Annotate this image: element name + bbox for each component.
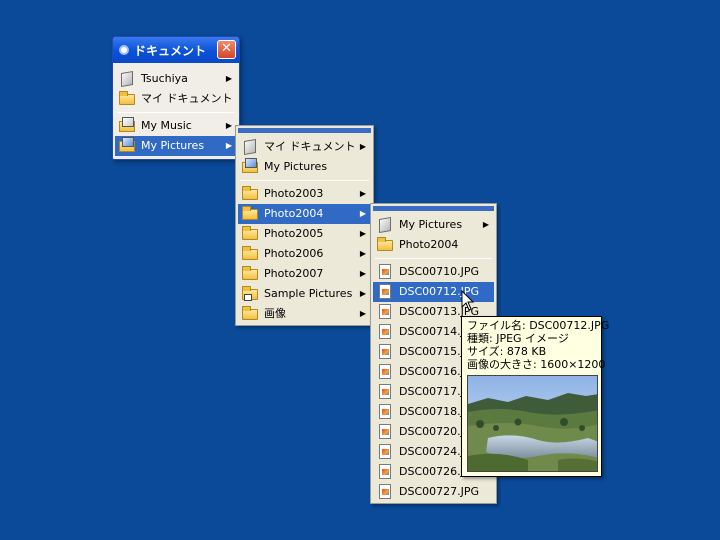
image-thumbnail [467, 375, 598, 472]
menu2-item-photo2004[interactable]: Photo2004 [373, 235, 494, 255]
pictures-folder-icon [242, 158, 258, 173]
submenu-arrow-icon: ▶ [359, 189, 366, 198]
jpg-file-icon [379, 324, 391, 339]
folder-icon [119, 91, 135, 105]
window-titlebar[interactable]: ドキュメント ✕ [113, 37, 239, 63]
window-title: ドキュメント [134, 44, 207, 58]
window-item-label: マイ ドキュメント [141, 92, 233, 105]
menu-item-label: Photo2007 [264, 267, 324, 280]
submenu-arrow-icon: ▶ [482, 220, 489, 229]
file-item-selected[interactable]: DSC00712.JPG [373, 282, 494, 302]
menu-item-label: マイ ドキュメント [264, 140, 356, 153]
menu1-item-photo2005[interactable]: Photo2005 ▶ [238, 224, 371, 244]
tooltip-size: サイズ: 878 KB [467, 345, 547, 358]
submenu-arrow-icon: ▶ [225, 141, 232, 150]
submenu-arrow-icon: ▶ [359, 142, 366, 151]
menu-item-label: My Pictures [264, 160, 328, 173]
menu1-item-sample-pictures[interactable]: Sample Pictures ▶ [238, 284, 371, 304]
document-icon [244, 138, 256, 156]
folder-icon [242, 186, 258, 200]
pictures-folder-icon [119, 137, 135, 152]
file-info-tooltip: ファイル名: DSC00712.JPG 種類: JPEG イメージ サイズ: 8… [461, 316, 609, 477]
jpg-file-icon [379, 344, 391, 359]
submenu-arrow-icon: ▶ [359, 249, 366, 258]
submenu-arrow-icon: ▶ [359, 269, 366, 278]
close-button[interactable]: ✕ [217, 40, 236, 59]
folder-icon [377, 237, 393, 251]
menu-item-label: Photo2004 [264, 207, 324, 220]
submenu-arrow-icon: ▶ [225, 121, 232, 130]
jpg-file-icon [379, 264, 391, 279]
folder-icon [242, 266, 258, 280]
folder-icon [242, 206, 258, 220]
document-icon [379, 216, 391, 234]
menu-item-label: Photo2004 [399, 238, 459, 251]
menu-item-label: My Pictures [399, 218, 463, 231]
menu-item-label: Photo2003 [264, 187, 324, 200]
menu-header-band [373, 206, 494, 211]
menu-header-band [238, 128, 371, 133]
menu1-item-my-pictures[interactable]: My Pictures [238, 157, 371, 177]
separator [375, 258, 492, 259]
menu-item-label: Photo2005 [264, 227, 324, 240]
jpg-file-icon [379, 364, 391, 379]
jpg-file-icon [379, 464, 391, 479]
documents-window: ドキュメント ✕ Tsuchiya ▶ マイ ドキュメント My Music ▶… [112, 36, 240, 160]
separator [240, 180, 369, 181]
menu1-item-photo2004[interactable]: Photo2004 ▶ [238, 204, 371, 224]
window-item-my-pictures[interactable]: My Pictures ▶ [115, 136, 237, 156]
desktop: { "colors": { "desktop": "#0a4a98", "sel… [0, 0, 720, 540]
menu1-item-my-documents[interactable]: マイ ドキュメント ▶ [238, 137, 371, 157]
submenu-arrow-icon: ▶ [359, 289, 366, 298]
window-item-my-documents[interactable]: マイ ドキュメント [115, 89, 237, 109]
folder-icon [242, 226, 258, 240]
submenu-my-pictures: マイ ドキュメント ▶ My Pictures Photo2003 ▶ Phot… [235, 125, 374, 326]
menu2-item-my-pictures[interactable]: My Pictures ▶ [373, 215, 494, 235]
menu1-item-images[interactable]: 画像 ▶ [238, 304, 371, 324]
file-name: DSC00710.JPG [399, 265, 480, 278]
folder-icon [242, 306, 258, 320]
jpg-file-icon [379, 424, 391, 439]
separator [117, 112, 235, 113]
tooltip-filename: ファイル名: DSC00712.JPG [467, 319, 610, 332]
tooltip-dimensions: 画像の大きさ: 1600×1200 [467, 358, 606, 371]
tooltip-type: 種類: JPEG イメージ [467, 332, 569, 345]
window-item-label: My Pictures [141, 139, 205, 152]
menu1-item-photo2006[interactable]: Photo2006 ▶ [238, 244, 371, 264]
window-item-my-music[interactable]: My Music ▶ [115, 116, 237, 136]
menu-item-label: 画像 [264, 307, 286, 320]
jpg-file-icon [379, 384, 391, 399]
document-icon [121, 70, 133, 88]
submenu-arrow-icon: ▶ [359, 309, 366, 318]
file-name: DSC00727.JPG [399, 485, 480, 498]
window-item-label: My Music [141, 119, 192, 132]
file-item[interactable]: DSC00727.JPG [373, 482, 494, 502]
music-folder-icon [119, 117, 135, 132]
jpg-file-icon [379, 304, 391, 319]
submenu-arrow-icon: ▶ [225, 74, 232, 83]
mouse-pointer-icon [461, 289, 475, 312]
submenu-arrow-icon: ▶ [359, 209, 366, 218]
jpg-file-icon [379, 484, 391, 499]
folder-icon [242, 246, 258, 260]
submenu-arrow-icon: ▶ [359, 229, 366, 238]
menu1-item-photo2003[interactable]: Photo2003 ▶ [238, 184, 371, 204]
window-item-tsuchiya[interactable]: Tsuchiya ▶ [115, 69, 237, 89]
window-icon [119, 45, 129, 55]
menu1-item-photo2007[interactable]: Photo2007 ▶ [238, 264, 371, 284]
menu-item-label: Photo2006 [264, 247, 324, 260]
file-item[interactable]: DSC00710.JPG [373, 262, 494, 282]
window-item-label: Tsuchiya [141, 72, 188, 85]
jpg-file-icon [379, 284, 391, 299]
jpg-file-icon [379, 444, 391, 459]
menu-item-label: Sample Pictures [264, 287, 353, 300]
jpg-file-icon [379, 404, 391, 419]
shortcut-folder-icon [242, 286, 258, 301]
